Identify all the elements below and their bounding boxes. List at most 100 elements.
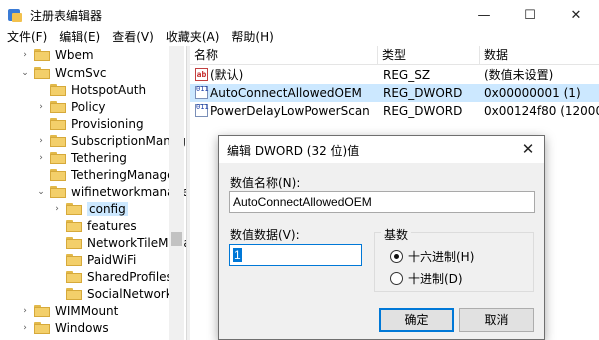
tree-item-tethering[interactable]: › Tethering [36, 149, 127, 166]
expand-arrow-icon[interactable]: › [36, 136, 46, 146]
tree-item-label: WcmSvc [55, 65, 107, 80]
tree-item-subscriptionmanager[interactable]: › SubscriptionManager [36, 132, 186, 149]
value-name: (默认) [210, 68, 244, 82]
value-data-field[interactable]: 1 [229, 244, 362, 266]
radio-checked-icon[interactable] [390, 250, 403, 263]
column-header-name[interactable]: 名称 [190, 46, 378, 65]
binary-value-icon: 011 [195, 104, 209, 117]
expand-arrow-icon[interactable]: › [36, 102, 46, 112]
tree-item-label: config [87, 201, 128, 216]
menu-bar: 文件(F) 编辑(E) 查看(V) 收藏夹(A) 帮助(H) [0, 27, 599, 46]
folder-icon [66, 270, 82, 283]
tree-item-provisioning[interactable]: Provisioning [36, 115, 144, 132]
radio-unchecked-icon[interactable] [390, 272, 403, 285]
tree-item-label: HotspotAuth [71, 82, 147, 97]
value-data: (数值未设置) [484, 68, 554, 82]
tree-item-features[interactable]: features [52, 217, 137, 234]
minimize-button[interactable]: — [461, 0, 507, 30]
value-name-field[interactable]: AutoConnectAllowedOEM [229, 191, 535, 213]
tree-item-windows[interactable]: › Windows [20, 319, 109, 336]
collapse-arrow-icon[interactable]: ⌄ [36, 187, 46, 197]
tree-item-wimmount[interactable]: › WIMMount [20, 302, 118, 319]
expand-arrow-icon[interactable]: › [20, 50, 30, 60]
folder-icon [34, 48, 50, 61]
tree-item-tetheringmanager[interactable]: TetheringManager [36, 166, 179, 183]
column-header-data[interactable]: 数据 [480, 46, 599, 65]
tree-item-label: PaidWiFi [87, 252, 137, 267]
folder-icon [50, 168, 66, 181]
tree-item-label: features [87, 218, 137, 233]
value-data: 0x00000001 (1) [484, 86, 581, 100]
dialog-close-button[interactable]: ✕ [518, 139, 538, 159]
folder-icon [50, 134, 66, 147]
expand-arrow-icon[interactable]: › [36, 153, 46, 163]
tree-item-wcmsvc[interactable]: ⌄ WcmSvc [20, 64, 106, 81]
tree-item-networktilemana[interactable]: NetworkTileMana [52, 234, 186, 251]
binary-value-icon: 011 [195, 86, 209, 99]
tree-item-wifinetworkmanager[interactable]: ⌄ wifinetworkmanager [36, 183, 186, 200]
base-group-title: 基数 [381, 226, 412, 243]
value-type: REG_DWORD [383, 86, 463, 100]
radio-hexadecimal[interactable]: 十六进制(H) [390, 248, 474, 265]
value-name: AutoConnectAllowedOEM [210, 86, 362, 100]
value-row-default[interactable]: ab (默认) REG_SZ (数值未设置) [190, 66, 599, 84]
menu-favorites[interactable]: 收藏夹(A) [159, 28, 225, 45]
folder-icon [50, 151, 66, 164]
dialog-title-bar: 编辑 DWORD (32 位)值 ✕ [219, 136, 544, 163]
value-row-powerdelaylowpowerscan[interactable]: 011 PowerDelayLowPowerScan REG_DWORD 0x0… [190, 102, 599, 120]
close-button[interactable]: ✕ [553, 0, 599, 30]
tree-item-policy[interactable]: › Policy [36, 98, 105, 115]
maximize-button[interactable]: ☐ [507, 0, 553, 30]
tree-item-socialnetworks[interactable]: SocialNetworks [52, 285, 179, 302]
tree-item-label: Wbem [55, 47, 94, 62]
folder-icon [50, 185, 66, 198]
tree-item-wbem[interactable]: › Wbem [20, 46, 94, 63]
expand-arrow-icon[interactable]: › [20, 306, 30, 316]
ok-button[interactable]: 确定 [379, 308, 454, 332]
registry-tree[interactable]: › Wbem ⌄ WcmSvc HotspotAuth › Policy Pro… [0, 46, 186, 340]
menu-help[interactable]: 帮助(H) [224, 28, 278, 45]
title-bar: 注册表编辑器 — ☐ ✕ [0, 0, 599, 30]
menu-edit[interactable]: 编辑(E) [52, 28, 105, 45]
window-title: 注册表编辑器 [30, 8, 103, 23]
tree-item-label: WIMMount [55, 303, 119, 318]
tree-item-label: Tethering [71, 150, 127, 165]
tree-item-label: Windows [55, 320, 109, 335]
expand-arrow-icon[interactable]: › [20, 323, 30, 333]
value-name-label: 数值名称(N): [230, 176, 301, 190]
tree-item-label: SocialNetworks [87, 286, 179, 301]
radio-hex-label: 十六进制(H) [408, 250, 475, 264]
tree-scrollbar-thumb[interactable] [171, 232, 182, 246]
tree-item-label: SharedProfiles [87, 269, 173, 284]
value-data-text: 1 [233, 248, 242, 262]
tree-item-paidwifi[interactable]: PaidWiFi [52, 251, 136, 268]
folder-icon [50, 117, 66, 130]
tree-item-hotspotauth[interactable]: HotspotAuth [36, 81, 146, 98]
edit-dword-dialog: 编辑 DWORD (32 位)值 ✕ 数值名称(N): AutoConnectA… [218, 135, 545, 340]
folder-icon [66, 287, 82, 300]
menu-file[interactable]: 文件(F) [0, 28, 52, 45]
cancel-button[interactable]: 取消 [459, 308, 534, 332]
tree-item-config[interactable]: › config [52, 200, 128, 217]
tree-item-label: TetheringManager [71, 167, 180, 182]
tree-item-sharedprofiles[interactable]: SharedProfiles [52, 268, 173, 285]
value-data-label: 数值数据(V): [230, 228, 300, 242]
radio-decimal[interactable]: 十进制(D) [390, 270, 463, 287]
value-row-autoconnectallowedoem[interactable]: 011 AutoConnectAllowedOEM REG_DWORD 0x00… [190, 84, 599, 102]
string-value-icon: ab [195, 68, 208, 81]
column-header-type[interactable]: 类型 [378, 46, 480, 65]
collapse-arrow-icon[interactable]: ⌄ [20, 68, 30, 78]
expand-arrow-icon[interactable]: › [52, 204, 62, 214]
menu-view[interactable]: 查看(V) [105, 28, 159, 45]
value-name: PowerDelayLowPowerScan [210, 104, 370, 118]
folder-icon [50, 83, 66, 96]
registry-editor-icon [7, 7, 23, 23]
tree-scrollbar[interactable] [169, 46, 184, 340]
folder-icon [34, 66, 50, 79]
